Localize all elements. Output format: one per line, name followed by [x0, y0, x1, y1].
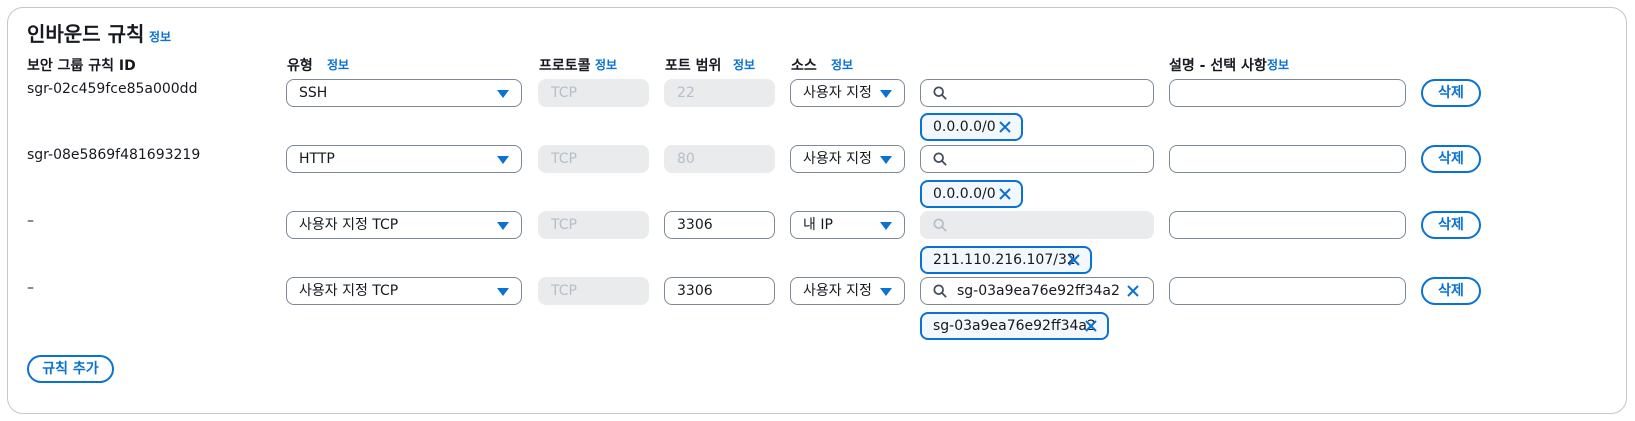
caret-down-icon — [497, 222, 509, 230]
source-select[interactable]: 사용자 지정 — [790, 277, 905, 305]
header-protocol-info-link[interactable]: 정보 — [595, 56, 617, 73]
header-port-info-link[interactable]: 정보 — [733, 56, 755, 73]
rule-id: – — [27, 280, 34, 296]
source-select[interactable]: 사용자 지정 — [790, 79, 905, 107]
protocol-field: TCP — [538, 277, 649, 305]
clear-search-icon[interactable] — [1125, 283, 1141, 299]
source-token: 211.110.216.107/32 — [920, 246, 1092, 274]
source-token-label: 0.0.0.0/0 — [933, 119, 996, 135]
source-select-value: 사용자 지정 — [803, 283, 872, 299]
source-search-value: sg-03a9ea76e92ff34a2 — [957, 283, 1120, 299]
description-input[interactable] — [1169, 79, 1406, 107]
caret-down-icon — [497, 288, 509, 296]
source-token-label: sg-03a9ea76e92ff34a2 — [933, 318, 1096, 334]
header-protocol: 프로토콜 — [539, 58, 591, 74]
search-icon — [933, 152, 947, 166]
source-token: 0.0.0.0/0 — [920, 180, 1023, 208]
type-select[interactable]: 사용자 지정 TCP — [286, 277, 522, 305]
source-select-value: 사용자 지정 — [803, 151, 872, 167]
search-icon — [933, 86, 947, 100]
source-search-input[interactable]: sg-03a9ea76e92ff34a2 — [920, 277, 1154, 305]
rule-id: – — [27, 213, 34, 229]
caret-down-icon — [880, 288, 892, 296]
source-token-label: 0.0.0.0/0 — [933, 186, 996, 202]
rule-id: sgr-08e5869f481693219 — [27, 147, 201, 163]
caret-down-icon — [497, 156, 509, 164]
header-type: 유형 — [287, 58, 313, 74]
caret-down-icon — [880, 156, 892, 164]
remove-token-icon[interactable] — [1084, 319, 1098, 333]
header-rule-id: 보안 그룹 규칙 ID — [27, 58, 136, 74]
type-select[interactable]: SSH — [286, 79, 522, 107]
port-range-input[interactable]: 3306 — [664, 277, 775, 305]
remove-token-icon[interactable] — [1067, 253, 1081, 267]
port-range-field: 80 — [664, 145, 775, 173]
remove-token-icon[interactable] — [998, 187, 1012, 201]
header-description-info-link[interactable]: 정보 — [1267, 56, 1289, 73]
header-source-info-link[interactable]: 정보 — [831, 56, 853, 73]
protocol-field: TCP — [538, 145, 649, 173]
delete-button[interactable]: 삭제 — [1421, 211, 1481, 239]
rule-id: sgr-02c459fce85a000dd — [27, 81, 198, 97]
delete-button[interactable]: 삭제 — [1421, 145, 1481, 173]
type-select-value: 사용자 지정 TCP — [299, 217, 399, 233]
port-range-field: 22 — [664, 79, 775, 107]
port-range-input[interactable]: 3306 — [664, 211, 775, 239]
title-info-link[interactable]: 정보 — [149, 28, 171, 45]
type-select[interactable]: 사용자 지정 TCP — [286, 211, 522, 239]
type-select-value: HTTP — [299, 151, 335, 167]
header-type-info-link[interactable]: 정보 — [327, 56, 349, 73]
source-search-input[interactable] — [920, 145, 1154, 173]
type-select-value: SSH — [299, 85, 328, 101]
source-token: sg-03a9ea76e92ff34a2 — [920, 312, 1109, 340]
protocol-field: TCP — [538, 211, 649, 239]
description-input[interactable] — [1169, 277, 1406, 305]
search-icon — [933, 284, 947, 298]
source-select-value: 사용자 지정 — [803, 85, 872, 101]
source-select[interactable]: 사용자 지정 — [790, 145, 905, 173]
source-select-value: 내 IP — [803, 217, 833, 233]
caret-down-icon — [497, 90, 509, 98]
type-select[interactable]: HTTP — [286, 145, 522, 173]
description-input[interactable] — [1169, 211, 1406, 239]
source-select[interactable]: 내 IP — [790, 211, 905, 239]
source-token: 0.0.0.0/0 — [920, 113, 1023, 141]
add-rule-button[interactable]: 규칙 추가 — [27, 355, 114, 383]
caret-down-icon — [880, 222, 892, 230]
header-description: 설명 - 선택 사항 — [1169, 58, 1267, 74]
delete-button[interactable]: 삭제 — [1421, 79, 1481, 107]
type-select-value: 사용자 지정 TCP — [299, 283, 399, 299]
caret-down-icon — [880, 90, 892, 98]
delete-button[interactable]: 삭제 — [1421, 277, 1481, 305]
source-token-label: 211.110.216.107/32 — [933, 252, 1076, 268]
search-icon — [933, 218, 947, 232]
header-source: 소스 — [791, 58, 817, 74]
source-search-input — [920, 211, 1154, 239]
section-title: 인바운드 규칙 — [27, 22, 145, 46]
protocol-field: TCP — [538, 79, 649, 107]
source-search-input[interactable] — [920, 79, 1154, 107]
header-port-range: 포트 범위 — [665, 58, 722, 74]
remove-token-icon[interactable] — [998, 120, 1012, 134]
description-input[interactable] — [1169, 145, 1406, 173]
